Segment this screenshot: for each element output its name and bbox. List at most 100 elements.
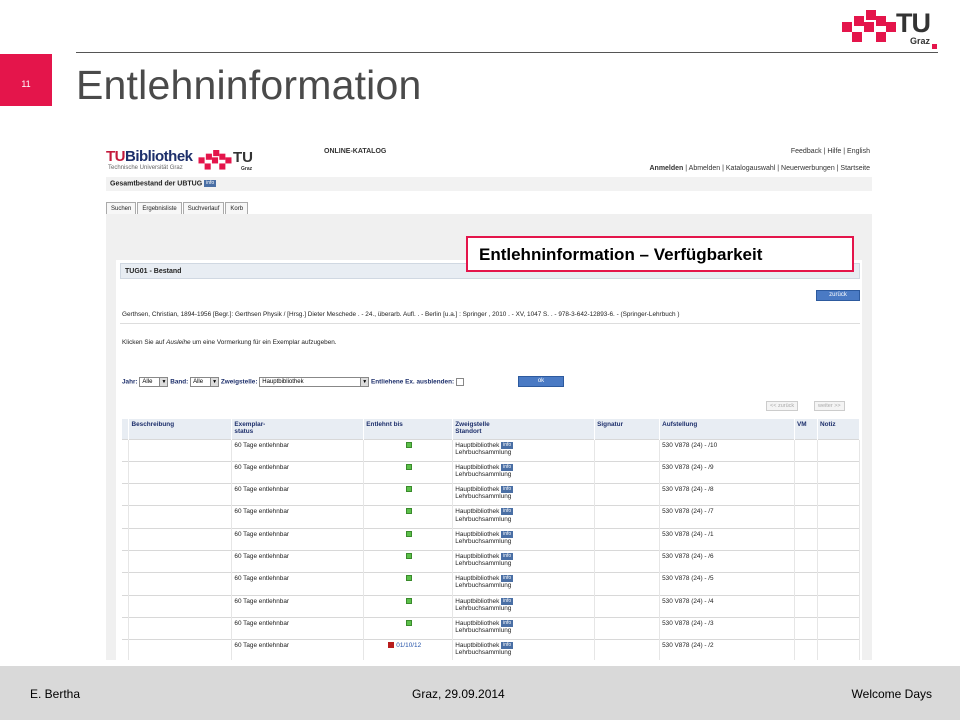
- col-vm[interactable]: VM: [794, 419, 818, 439]
- location-name: Lehrbuchsammlung: [455, 515, 512, 523]
- col-exemplarstatus[interactable]: Exemplar-status: [231, 419, 365, 439]
- ok-button[interactable]: ok: [518, 376, 564, 387]
- account-links-rest[interactable]: | Abmelden | Katalogauswahl | Neuerwerbu…: [683, 165, 870, 172]
- chevron-down-icon: ▼: [159, 378, 168, 386]
- info-badge[interactable]: info: [501, 619, 514, 627]
- zurueck-button[interactable]: zurück: [816, 290, 860, 301]
- graz-logo-text: Graz: [910, 36, 931, 46]
- tu-graz-logo: TU Graz: [842, 8, 940, 49]
- cell-entlehnt-bis: [363, 505, 454, 529]
- col-aufstellung[interactable]: Aufstellung: [659, 419, 795, 439]
- cell-notiz: [817, 483, 861, 506]
- table-row: 60 Tage entlehnbar Hauptbibliothek info Le…: [122, 438, 861, 462]
- cell-aufstellung: 530 V878 (24) - /9: [659, 460, 795, 484]
- zweigstelle-select[interactable]: Hauptbibliothek ▼: [259, 377, 370, 387]
- cell-entlehnt-bis: [363, 460, 454, 484]
- location-name: Lehrbuchsammlung: [455, 470, 512, 478]
- cell-beschreibung: [128, 460, 233, 484]
- info-badge[interactable]: info: [501, 552, 514, 560]
- table-row: 60 Tage entlehnbar Hauptbibliothek info Le…: [122, 460, 861, 484]
- location-name: Lehrbuchsammlung: [455, 627, 512, 635]
- location-name: Lehrbuchsammlung: [455, 448, 512, 456]
- pager-next-button[interactable]: weiter >>: [814, 401, 845, 411]
- cell-notiz: [817, 572, 861, 596]
- info-badge[interactable]: info: [501, 642, 514, 650]
- hide-lent-checkbox[interactable]: [455, 378, 464, 386]
- cell-aufstellung: 530 V878 (24) - /6: [659, 549, 795, 573]
- branch-name: Hauptbibliothek: [455, 642, 500, 650]
- cell-notiz: [817, 527, 861, 551]
- jahr-value: Alle: [142, 379, 153, 385]
- catalog-screenshot: TUBibliothek Technische Universität Graz…: [106, 140, 872, 660]
- lent-until-date[interactable]: 01/10/12: [396, 642, 421, 649]
- cell-notiz: [817, 505, 861, 529]
- cell-beschreibung: [128, 549, 233, 573]
- bestand-table: Beschreibung Exemplar-status Entlehnt bi…: [122, 419, 861, 660]
- band-select[interactable]: Alle ▼: [190, 377, 220, 387]
- cell-signatur: [594, 549, 661, 573]
- info-badge[interactable]: info: [501, 575, 514, 583]
- available-status-icon: [406, 508, 413, 515]
- cell-signatur: [594, 527, 661, 551]
- available-status-icon: [406, 619, 413, 626]
- col-beschreibung[interactable]: Beschreibung: [128, 419, 233, 439]
- footer-event: Welcome Days: [851, 687, 932, 701]
- table-row: 60 Tage entlehnbar Hauptbibliothek info Le…: [122, 483, 861, 506]
- info-badge[interactable]: info: [501, 597, 514, 605]
- cell-signatur: [594, 505, 661, 529]
- top-links[interactable]: Feedback | Hilfe | English: [791, 148, 870, 155]
- cell-vm: [794, 438, 818, 462]
- anmelden-link[interactable]: Anmelden: [649, 165, 683, 172]
- logo-tu-part: TU: [106, 148, 126, 165]
- chevron-down-icon: ▼: [210, 378, 219, 386]
- account-links[interactable]: Anmelden | Abmelden | Katalogauswahl | N…: [649, 165, 870, 172]
- cell-aufstellung: 530 V878 (24) - /5: [659, 572, 795, 596]
- cell-vm: [794, 616, 818, 640]
- cell-notiz: [817, 438, 861, 462]
- cell-zweigstelle: Hauptbibliothek info Lehrbuchsammlung: [452, 594, 596, 618]
- slide-number: 11: [0, 54, 52, 106]
- available-status-icon: [406, 597, 413, 604]
- available-status-icon: [406, 530, 413, 537]
- cell-notiz: [817, 549, 861, 573]
- cell-notiz: [817, 616, 861, 640]
- subheader-band: [106, 177, 872, 191]
- row-spacer: [122, 438, 130, 462]
- branch-name: Hauptbibliothek: [455, 486, 500, 494]
- pager-prev-button[interactable]: << zurück: [766, 401, 799, 411]
- col-zweigstelle[interactable]: Zweigstelle Standort: [452, 419, 596, 439]
- logo-dot: [932, 44, 937, 49]
- col-signatur[interactable]: Signatur: [594, 419, 661, 439]
- col-zweig-line2: Standort: [455, 428, 482, 435]
- location-name: Lehrbuchsammlung: [455, 649, 512, 657]
- branch-name: Hauptbibliothek: [455, 620, 500, 628]
- cell-vm: [794, 594, 818, 618]
- table-header-spacer: [122, 419, 130, 439]
- cell-zweigstelle: Hauptbibliothek info Lehrbuchsammlung: [452, 572, 596, 596]
- cell-beschreibung: [128, 505, 233, 529]
- col-entlehnt-bis[interactable]: Entlehnt bis: [363, 419, 454, 439]
- filter-row: Jahr: Alle ▼ Band: Alle ▼ Zweigstelle: Hau…: [122, 377, 464, 387]
- info-badge[interactable]: info: [501, 463, 514, 471]
- col-notiz[interactable]: Notiz: [817, 419, 861, 439]
- cell-exemplarstatus: 60 Tage entlehnbar: [231, 438, 365, 462]
- citation-divider: [120, 323, 860, 324]
- cell-signatur: [594, 483, 661, 506]
- cell-zweigstelle: Hauptbibliothek info Lehrbuchsammlung: [452, 483, 596, 506]
- row-spacer: [122, 483, 130, 506]
- info-badge[interactable]: info: [204, 180, 217, 187]
- available-status-icon: [406, 552, 413, 559]
- info-badge[interactable]: info: [501, 486, 514, 494]
- info-badge[interactable]: info: [501, 508, 514, 516]
- tu-graz-mini-logo: TU Graz: [198, 149, 256, 174]
- row-spacer: [122, 549, 130, 573]
- info-badge[interactable]: info: [501, 530, 514, 538]
- branch-name: Hauptbibliothek: [455, 553, 500, 561]
- cell-zweigstelle: Hauptbibliothek info Lehrbuchsammlung: [452, 616, 596, 640]
- info-badge[interactable]: info: [501, 441, 514, 449]
- table-row: 60 Tage entlehnbar Hauptbibliothek info Le…: [122, 572, 861, 596]
- instruction-text: Klicken Sie auf Ausleihe um eine Vormerk…: [122, 339, 337, 346]
- jahr-select[interactable]: Alle ▼: [139, 377, 169, 387]
- cell-notiz: [817, 460, 861, 484]
- cell-entlehnt-bis: [363, 616, 454, 640]
